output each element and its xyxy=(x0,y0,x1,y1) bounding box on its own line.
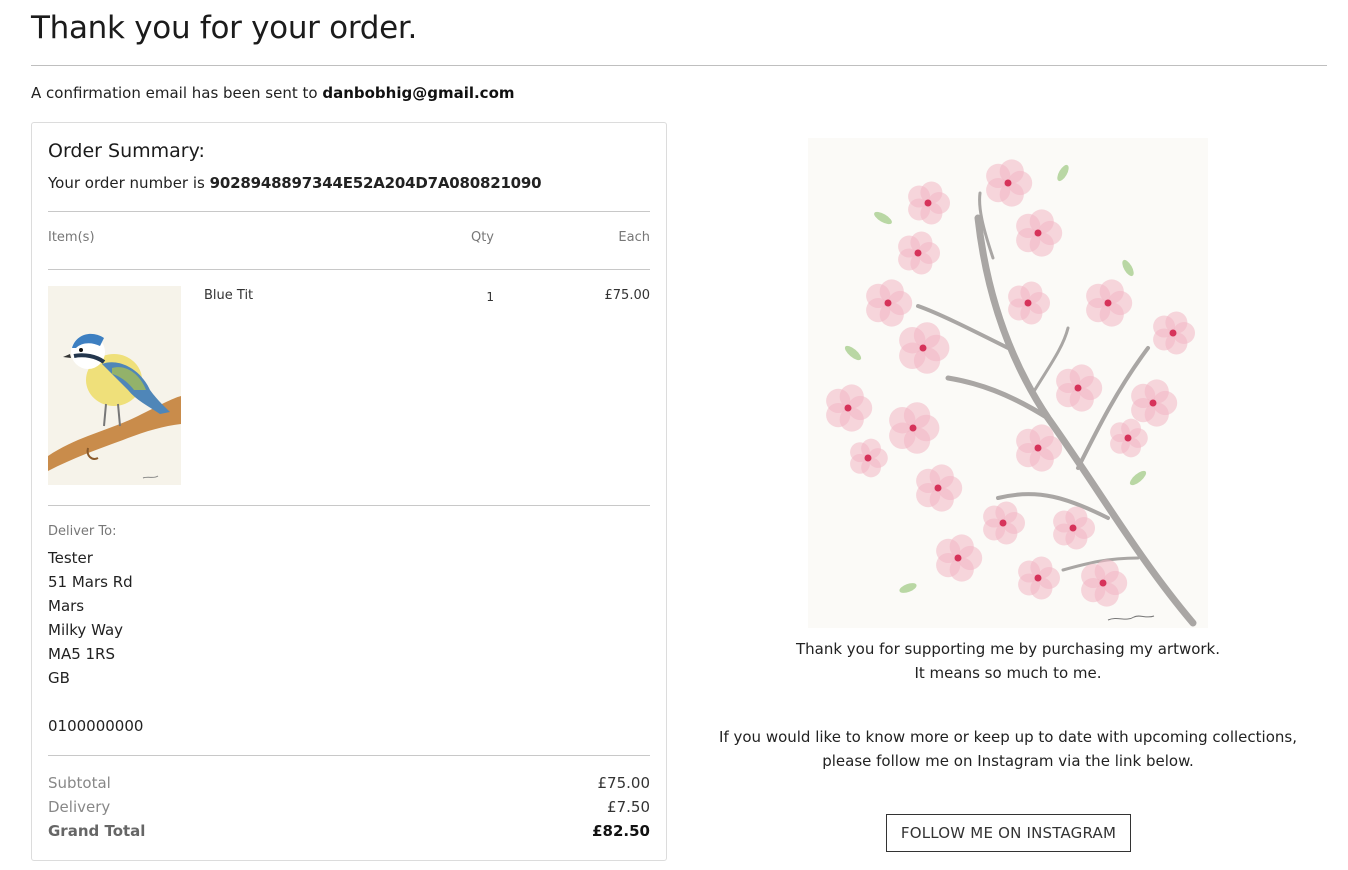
grand-total-label: Grand Total xyxy=(48,822,146,840)
item-thumbnail-blue-tit[interactable] xyxy=(48,286,181,485)
confirmation-prefix: A confirmation email has been sent to xyxy=(31,84,318,102)
grand-total-value: £82.50 xyxy=(592,822,650,840)
divider xyxy=(48,505,650,506)
divider xyxy=(48,269,650,270)
order-number-line: Your order number is 9028948897344E52A20… xyxy=(48,174,542,192)
delivery-county: Milky Way xyxy=(48,621,124,639)
order-number: 9028948897344E52A204D7A080821090 xyxy=(209,174,542,192)
column-header-items: Item(s) xyxy=(48,230,95,245)
item-price: £75.00 xyxy=(604,288,651,303)
blue-tit-image xyxy=(48,286,181,485)
thanks-message-line-2: It means so much to me. xyxy=(914,664,1102,682)
divider xyxy=(48,211,650,212)
thanks-message-line-1: Thank you for supporting me by purchasin… xyxy=(795,640,1221,658)
delivery-postcode: MA5 1RS xyxy=(48,645,116,663)
subtotal-label: Subtotal xyxy=(48,774,111,792)
deliver-to-label: Deliver To: xyxy=(48,524,117,539)
delivery-street: 51 Mars Rd xyxy=(48,573,133,591)
delivery-name: Tester xyxy=(48,549,93,567)
confirmation-message: A confirmation email has been sent to da… xyxy=(31,84,515,102)
subtotal-value: £75.00 xyxy=(597,774,651,792)
follow-message-line-2: please follow me on Instagram via the li… xyxy=(822,752,1194,770)
follow-message-line-1: If you would like to know more or keep u… xyxy=(719,728,1297,746)
item-qty: 1 xyxy=(486,290,494,304)
delivery-country: GB xyxy=(48,669,70,687)
delivery-town: Mars xyxy=(48,597,85,615)
order-summary-card: Order Summary: Your order number is 9028… xyxy=(31,122,667,861)
order-number-prefix: Your order number is xyxy=(48,174,205,192)
delivery-label: Delivery xyxy=(48,798,111,816)
title-divider xyxy=(31,65,1327,66)
cherry-blossom-artwork xyxy=(808,138,1208,628)
cherry-blossom-image xyxy=(808,138,1208,628)
column-header-each: Each xyxy=(618,230,650,245)
order-summary-title: Order Summary: xyxy=(48,140,205,162)
item-name[interactable]: Blue Tit xyxy=(204,288,253,303)
page-title: Thank you for your order. xyxy=(31,10,418,46)
column-header-qty: Qty xyxy=(470,230,494,245)
divider xyxy=(48,755,650,756)
follow-instagram-button[interactable]: FOLLOW ME ON INSTAGRAM xyxy=(886,814,1131,852)
confirmation-email: danbobhig@gmail.com xyxy=(322,84,515,102)
delivery-value: £7.50 xyxy=(607,798,650,816)
delivery-phone: 0100000000 xyxy=(48,717,144,735)
